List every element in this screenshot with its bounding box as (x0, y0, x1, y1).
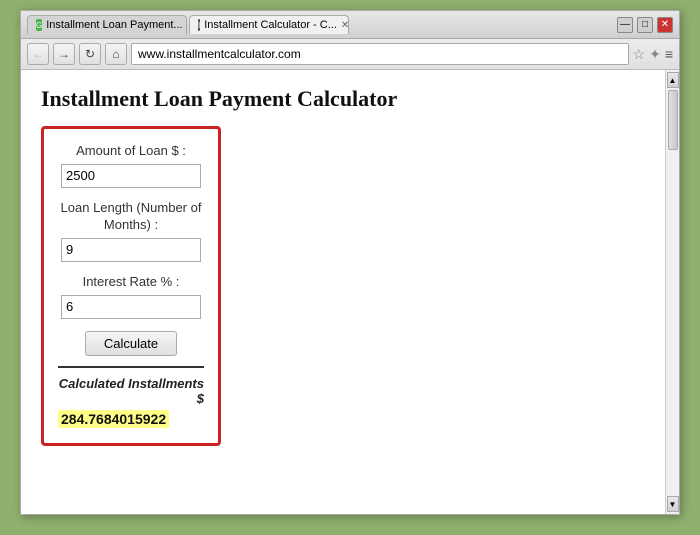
browser-toolbar: ← → ↻ ⌂ ☆ ✦ ≡ (21, 39, 679, 70)
loan-amount-label: Amount of Loan $ : (58, 143, 204, 160)
tab2-favicon: I (198, 19, 200, 31)
interest-rate-input[interactable] (61, 295, 201, 319)
scrollbar-thumb[interactable] (668, 90, 678, 150)
loan-length-label: Loan Length (Number of Months) : (58, 200, 204, 234)
browser-window: G Installment Loan Payment... ✕ I Instal… (20, 10, 680, 515)
menu-icon[interactable]: ≡ (665, 46, 673, 62)
address-bar[interactable] (131, 43, 629, 65)
scrollbar: ▲ ▼ (665, 70, 679, 514)
loan-length-input[interactable] (61, 238, 201, 262)
titlebar: G Installment Loan Payment... ✕ I Instal… (21, 11, 679, 39)
interest-rate-label: Interest Rate % : (58, 274, 204, 291)
tab-2[interactable]: I Installment Calculator - C... ✕ (189, 15, 349, 34)
tab1-label: Installment Loan Payment... (46, 19, 182, 31)
minimize-button[interactable]: — (617, 17, 633, 33)
window-controls: — □ ✕ (617, 17, 673, 33)
forward-button[interactable]: → (53, 43, 75, 65)
page-content: Installment Loan Payment Calculator Amou… (21, 70, 665, 514)
maximize-button[interactable]: □ (637, 17, 653, 33)
page-title: Installment Loan Payment Calculator (41, 86, 645, 112)
star-icon[interactable]: ✦ (649, 46, 661, 63)
tab2-close[interactable]: ✕ (341, 20, 349, 31)
result-value: 284.7684015922 (58, 410, 169, 428)
tab1-favicon: G (36, 19, 42, 31)
tab-bar: G Installment Loan Payment... ✕ I Instal… (27, 15, 609, 34)
calculate-button[interactable]: Calculate (85, 331, 177, 356)
result-label: Calculated Installments $ (58, 376, 204, 406)
close-button[interactable]: ✕ (657, 17, 673, 33)
tab-1[interactable]: G Installment Loan Payment... ✕ (27, 15, 187, 34)
scroll-up-button[interactable]: ▲ (667, 72, 679, 88)
calculator-box: Amount of Loan $ : Loan Length (Number o… (41, 126, 221, 446)
toolbar-right: ☆ ✦ ≡ (633, 46, 673, 63)
reload-button[interactable]: ↻ (79, 43, 101, 65)
loan-amount-input[interactable] (61, 164, 201, 188)
browser-content: Installment Loan Payment Calculator Amou… (21, 70, 679, 514)
tab2-label: Installment Calculator - C... (204, 19, 337, 31)
back-button[interactable]: ← (27, 43, 49, 65)
scroll-down-button[interactable]: ▼ (667, 496, 679, 512)
home-button[interactable]: ⌂ (105, 43, 127, 65)
divider (58, 366, 204, 368)
bookmark-icon[interactable]: ☆ (633, 46, 646, 63)
